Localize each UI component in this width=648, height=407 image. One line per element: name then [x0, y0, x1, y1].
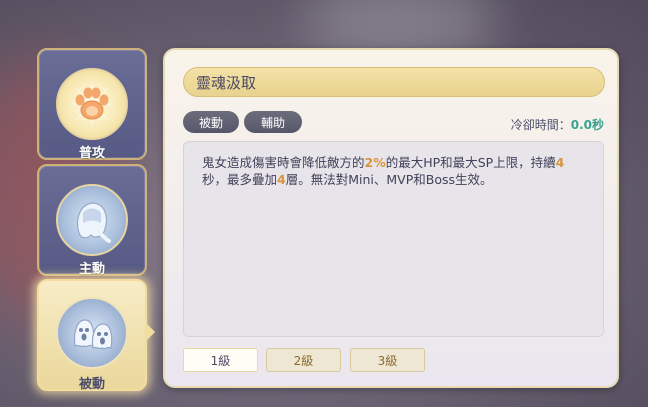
tag-support: 輔助: [244, 111, 302, 133]
ghost-spirits-icon: [56, 297, 128, 369]
level-button-2[interactable]: 2級: [266, 348, 341, 372]
paw-icon: [56, 68, 128, 140]
desc-text-2: 的最大HP和最大SP上限，持續: [385, 155, 556, 170]
tag-passive: 被動: [183, 111, 239, 133]
tab-active-skill[interactable]: 主動: [37, 164, 147, 277]
level-label-3: 3級: [377, 353, 398, 368]
cooldown-value: 0.0秒: [570, 118, 604, 132]
active-tab-pointer: [147, 324, 155, 340]
skill-title-bar: 靈魂汲取: [183, 67, 605, 97]
tab-passive-skill[interactable]: 被動: [37, 279, 147, 392]
desc-highlight-seconds: 4: [555, 155, 565, 170]
desc-text-3: 秒，最多疊加: [202, 172, 278, 187]
tag-passive-label: 被動: [198, 115, 223, 130]
level-button-3[interactable]: 3級: [350, 348, 425, 372]
desc-text-4: 層。無法對Mini、MVP和Boss生效。: [285, 172, 493, 187]
level-label-2: 2級: [293, 353, 314, 368]
tab-label-active-skill: 主動: [78, 262, 105, 277]
tab-basic-attack[interactable]: 普攻: [37, 48, 147, 161]
tab-label-basic-attack: 普攻: [78, 146, 105, 161]
tab-label-passive-skill: 被動: [78, 377, 105, 392]
tag-support-label: 輔助: [260, 115, 285, 130]
skill-name: 靈魂汲取: [196, 73, 257, 92]
desc-text-1: 鬼女造成傷害時會降低敵方的: [202, 155, 365, 170]
skill-description: 鬼女造成傷害時會降低敵方的2%的最大HP和最大SP上限，持續4秒，最多疊加4層。…: [183, 141, 604, 337]
level-label-1: 1級: [210, 353, 231, 368]
cooldown-label: 冷卻時間：: [510, 118, 571, 132]
ghost-girl-icon: [56, 184, 128, 256]
cooldown-display: 冷卻時間：0.0秒: [511, 116, 604, 133]
level-button-1[interactable]: 1級: [183, 348, 258, 372]
desc-highlight-percent: 2%: [364, 155, 386, 170]
desc-highlight-stacks: 4: [277, 172, 286, 187]
